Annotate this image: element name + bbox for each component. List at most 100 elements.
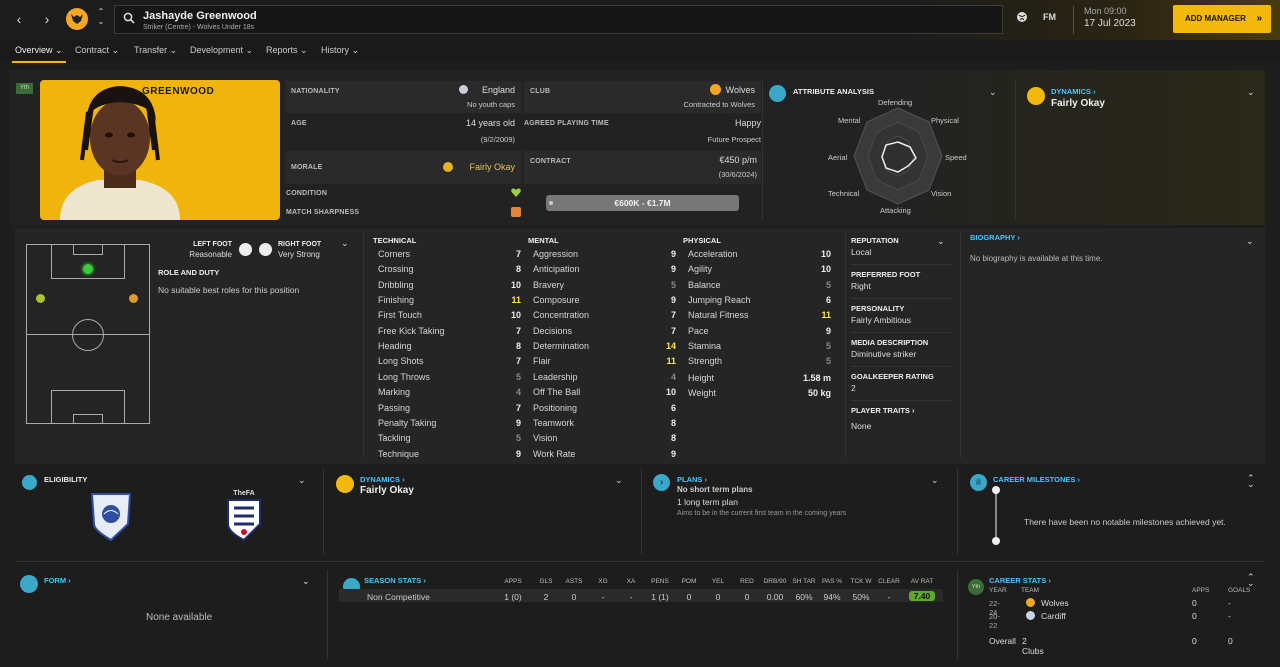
mental-attr-teamwork[interactable]: Teamwork 8 xyxy=(528,416,676,431)
club-badge-icon[interactable] xyxy=(66,8,88,30)
physical-attr-pace[interactable]: Pace 9 xyxy=(683,324,831,339)
tab-history[interactable]: History ⌄ xyxy=(321,45,359,56)
physical-attr-acceleration[interactable]: Acceleration 10 xyxy=(683,247,831,262)
dynamics-mid-link[interactable]: DYNAMICS › xyxy=(360,475,405,484)
mental-attr-positioning[interactable]: Positioning 6 xyxy=(528,401,676,416)
technical-attr-dribbling[interactable]: Dribbling 10 xyxy=(373,278,521,293)
attr-name: Anticipation xyxy=(533,264,580,275)
season-col-av-rat[interactable]: AV RAT xyxy=(904,578,940,585)
position-dot-right-winger[interactable] xyxy=(129,294,138,303)
tab-overview[interactable]: Overview ⌄ xyxy=(12,45,66,63)
mental-attr-determination[interactable]: Determination 14 xyxy=(528,339,676,354)
mental-attr-aggression[interactable]: Aggression 9 xyxy=(528,247,676,262)
mental-attr-decisions[interactable]: Decisions 7 xyxy=(528,324,676,339)
contract-card[interactable]: CONTRACT €450 p/m (30/6/2024) xyxy=(524,151,761,184)
mental-attr-bravery[interactable]: Bravery 5 xyxy=(528,278,676,293)
attr-value: 5 xyxy=(825,279,831,290)
attr-name: Natural Fitness xyxy=(688,310,749,321)
physical-attr-balance[interactable]: Balance 5 xyxy=(683,278,831,293)
cardiff-badge-icon[interactable] xyxy=(90,490,132,542)
dynamics-menu-chevron-icon[interactable]: ⌄ xyxy=(1247,87,1255,98)
tab-contract[interactable]: Contract ⌄ xyxy=(75,45,119,56)
add-manager-button[interactable]: ADD MANAGER» xyxy=(1173,5,1271,33)
career-team-cardiff[interactable]: Cardiff xyxy=(1041,611,1066,621)
player-search-box[interactable]: Jashayde Greenwood Striker (Centre) - Wo… xyxy=(114,5,1003,34)
attr-value: 7 xyxy=(515,249,521,259)
attribute-analysis-title: ATTRIBUTE ANALYSIS xyxy=(793,87,874,96)
career-stats-link[interactable]: CAREER STATS › xyxy=(989,576,1051,585)
radar-label-speed: Speed xyxy=(945,153,967,162)
dynamics-link[interactable]: DYNAMICS › xyxy=(1051,87,1096,96)
biography-menu-chevron-icon[interactable]: ⌄ xyxy=(1246,236,1254,247)
season-row-label: Non Competitive xyxy=(367,592,430,602)
morale-card[interactable]: MORALE Fairly Okay xyxy=(285,151,521,184)
player-traits-link[interactable]: PLAYER TRAITS › xyxy=(851,406,915,415)
technical-attr-long-shots[interactable]: Long Shots 7 xyxy=(373,354,521,369)
physical-attr-agility[interactable]: Agility 10 xyxy=(683,262,831,277)
technical-attr-passing[interactable]: Passing 7 xyxy=(373,401,521,416)
mental-attr-anticipation[interactable]: Anticipation 9 xyxy=(528,262,676,277)
england-fa-badge-icon[interactable]: TheFA xyxy=(226,490,262,542)
technical-attr-technique[interactable]: Technique 9 xyxy=(373,447,521,462)
season-col-apps[interactable]: APPS xyxy=(495,578,531,585)
physical-attr-jumping-reach[interactable]: Jumping Reach 6 xyxy=(683,293,831,308)
pitch-menu-chevron-icon[interactable]: ⌄ xyxy=(341,238,349,249)
season-stats-link[interactable]: SEASON STATS › xyxy=(364,576,426,585)
technical-attr-penalty-taking[interactable]: Penalty Taking 9 xyxy=(373,416,521,431)
mental-attr-composure[interactable]: Composure 9 xyxy=(528,293,676,308)
mental-attr-flair[interactable]: Flair 11 xyxy=(528,354,676,369)
fm-logo[interactable]: FM xyxy=(1043,12,1056,22)
match-sharpness-label: MATCH SHARPNESS xyxy=(286,209,360,216)
mental-attr-work-rate[interactable]: Work Rate 9 xyxy=(528,447,676,462)
technical-attr-finishing[interactable]: Finishing 11 xyxy=(373,293,521,308)
eligibility-menu-chevron-icon[interactable]: ⌄ xyxy=(298,475,306,486)
mental-attr-leadership[interactable]: Leadership 4 xyxy=(528,370,676,385)
career-team-wolves[interactable]: Wolves xyxy=(1041,598,1069,608)
info-menu-chevron-icon[interactable]: ⌄ xyxy=(937,236,945,247)
position-dot-striker[interactable] xyxy=(81,262,95,276)
club-switch-chevrons-icon[interactable]: ⌃ ⌄ xyxy=(92,7,110,26)
physical-attr-natural-fitness[interactable]: Natural Fitness 11 xyxy=(683,308,831,323)
attr-value: 9 xyxy=(670,264,676,275)
technical-attr-heading[interactable]: Heading 8 xyxy=(373,339,521,354)
club-card[interactable]: CLUB Wolves Contracted to Wolves xyxy=(524,81,761,113)
technical-attr-crossing[interactable]: Crossing 8 xyxy=(373,262,521,277)
dynamics-mid-menu-chevron-icon[interactable]: ⌄ xyxy=(615,475,623,486)
physical-attr-stamina[interactable]: Stamina 5 xyxy=(683,339,831,354)
form-link[interactable]: FORM › xyxy=(44,576,71,585)
milestones-menu-chevron-icon[interactable]: ⌄ xyxy=(1247,479,1255,490)
career-milestones-link[interactable]: CAREER MILESTONES › xyxy=(993,475,1080,484)
game-date[interactable]: Mon 09:00 17 Jul 2023 xyxy=(1073,6,1136,34)
tab-reports[interactable]: Reports ⌄ xyxy=(266,45,308,56)
nationality-value[interactable]: England xyxy=(482,85,515,95)
forward-arrow-icon[interactable]: › xyxy=(38,10,56,28)
physical-attr-strength[interactable]: Strength 5 xyxy=(683,354,831,369)
technical-attr-long-throws[interactable]: Long Throws 5 xyxy=(373,370,521,385)
attr-value: 10 xyxy=(820,249,831,259)
biography-link[interactable]: BIOGRAPHY › xyxy=(970,233,1020,242)
mental-attr-off-the-ball[interactable]: Off The Ball 10 xyxy=(528,385,676,400)
mental-attr-concentration[interactable]: Concentration 7 xyxy=(528,308,676,323)
nationality-card[interactable]: NATIONALITY England No youth caps xyxy=(285,81,521,113)
technical-attr-marking[interactable]: Marking 4 xyxy=(373,385,521,400)
season-col-clear[interactable]: CLEAR xyxy=(871,578,907,585)
position-dot-left-winger[interactable] xyxy=(36,294,45,303)
back-arrow-icon[interactable]: ‹ xyxy=(10,10,28,28)
attr-name: Composure xyxy=(533,295,580,306)
plans-link[interactable]: PLANS › xyxy=(677,475,707,484)
technical-attr-free-kick-taking[interactable]: Free Kick Taking 7 xyxy=(373,324,521,339)
technical-attr-tackling[interactable]: Tackling 5 xyxy=(373,431,521,446)
technical-attr-first-touch[interactable]: First Touch 10 xyxy=(373,308,521,323)
world-icon[interactable] xyxy=(1016,11,1028,25)
tab-transfer[interactable]: Transfer ⌄ xyxy=(134,45,177,56)
transfer-value-pill[interactable]: €600K - €1.7M xyxy=(546,195,739,211)
biography-text: No biography is available at this time. xyxy=(970,254,1103,263)
mental-attr-vision[interactable]: Vision 8 xyxy=(528,431,676,446)
club-value[interactable]: Wolves xyxy=(726,85,755,95)
fa-badge-icon xyxy=(459,85,468,94)
technical-attr-corners[interactable]: Corners 7 xyxy=(373,247,521,262)
tab-development[interactable]: Development ⌄ xyxy=(190,45,253,56)
plans-menu-chevron-icon[interactable]: ⌄ xyxy=(931,475,939,486)
form-menu-chevron-icon[interactable]: ⌄ xyxy=(302,576,310,587)
attribute-analysis-menu-chevron-icon[interactable]: ⌄ xyxy=(989,87,997,98)
